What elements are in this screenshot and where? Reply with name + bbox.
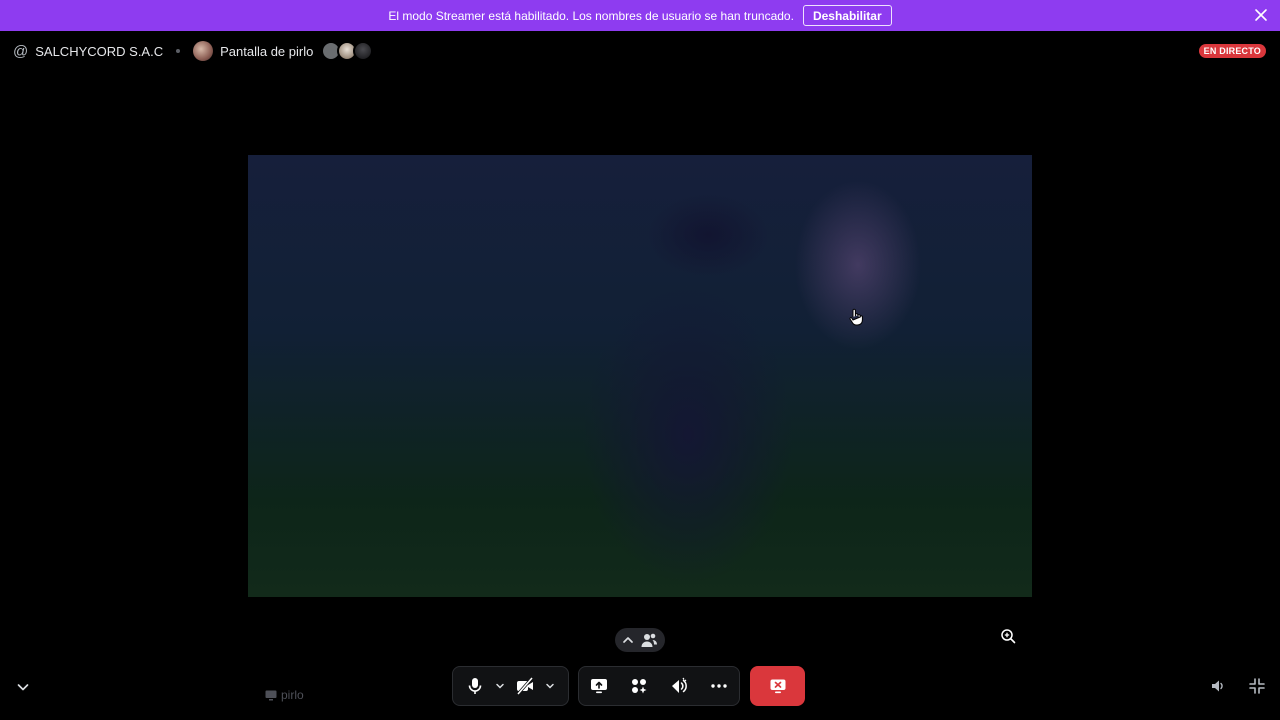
streamer-mode-banner: El modo Streamer está habilitado. Los no… [0, 0, 1280, 31]
stop-stream-icon [769, 677, 787, 695]
stream-controls [578, 666, 740, 706]
screen-share-button[interactable] [583, 670, 615, 702]
hand-cursor-icon [849, 308, 863, 326]
at-icon: @ [13, 42, 29, 60]
soundboard-button[interactable] [663, 670, 695, 702]
more-icon [710, 683, 728, 689]
viewer-avatar [353, 41, 374, 61]
audio-video-controls [452, 666, 569, 706]
stream-view: El modo Streamer está habilitado. Los no… [0, 0, 1280, 720]
microphone-icon [467, 677, 483, 695]
stream-header: @ SALCHYCORD S.A.C Pantalla de pirlo [13, 40, 374, 62]
stream-owner-tag: pirlo [265, 688, 304, 702]
activities-button[interactable] [623, 670, 655, 702]
stream-owner-name: pirlo [281, 688, 304, 702]
viewer-avatars[interactable] [321, 41, 374, 61]
screen-icon [265, 690, 277, 701]
soundboard-icon [670, 677, 688, 695]
screen-share-icon [590, 677, 608, 695]
participants-tray-toggle[interactable] [615, 628, 665, 652]
stream-title: Pantalla de pirlo [220, 43, 314, 59]
people-icon [640, 632, 658, 648]
chevron-up-icon [622, 634, 634, 646]
chevron-down-icon [545, 681, 555, 691]
stream-video[interactable] [248, 155, 1032, 597]
server-name[interactable]: SALCHYCORD S.A.C [35, 44, 163, 59]
activities-icon [630, 677, 648, 695]
streamer-mode-message: El modo Streamer está habilitado. Los no… [388, 8, 794, 23]
disable-streamer-mode-button[interactable]: Deshabilitar [802, 5, 892, 26]
chevron-down-icon [495, 681, 505, 691]
microphone-button[interactable] [459, 670, 491, 702]
microphone-options-button[interactable] [491, 670, 509, 702]
close-icon[interactable] [1254, 8, 1268, 22]
exit-fullscreen-icon[interactable] [1249, 678, 1265, 694]
live-badge: EN DIRECTO [1198, 44, 1266, 58]
camera-options-button[interactable] [541, 670, 559, 702]
streamer-avatar [193, 41, 214, 61]
stop-stream-button[interactable] [750, 666, 805, 706]
camera-button[interactable] [509, 670, 541, 702]
separator-dot [176, 49, 181, 53]
camera-off-icon [515, 677, 535, 695]
more-button[interactable] [703, 670, 735, 702]
chevron-down-icon[interactable] [16, 680, 30, 694]
zoom-in-icon[interactable] [998, 626, 1018, 646]
volume-icon[interactable] [1210, 678, 1226, 694]
